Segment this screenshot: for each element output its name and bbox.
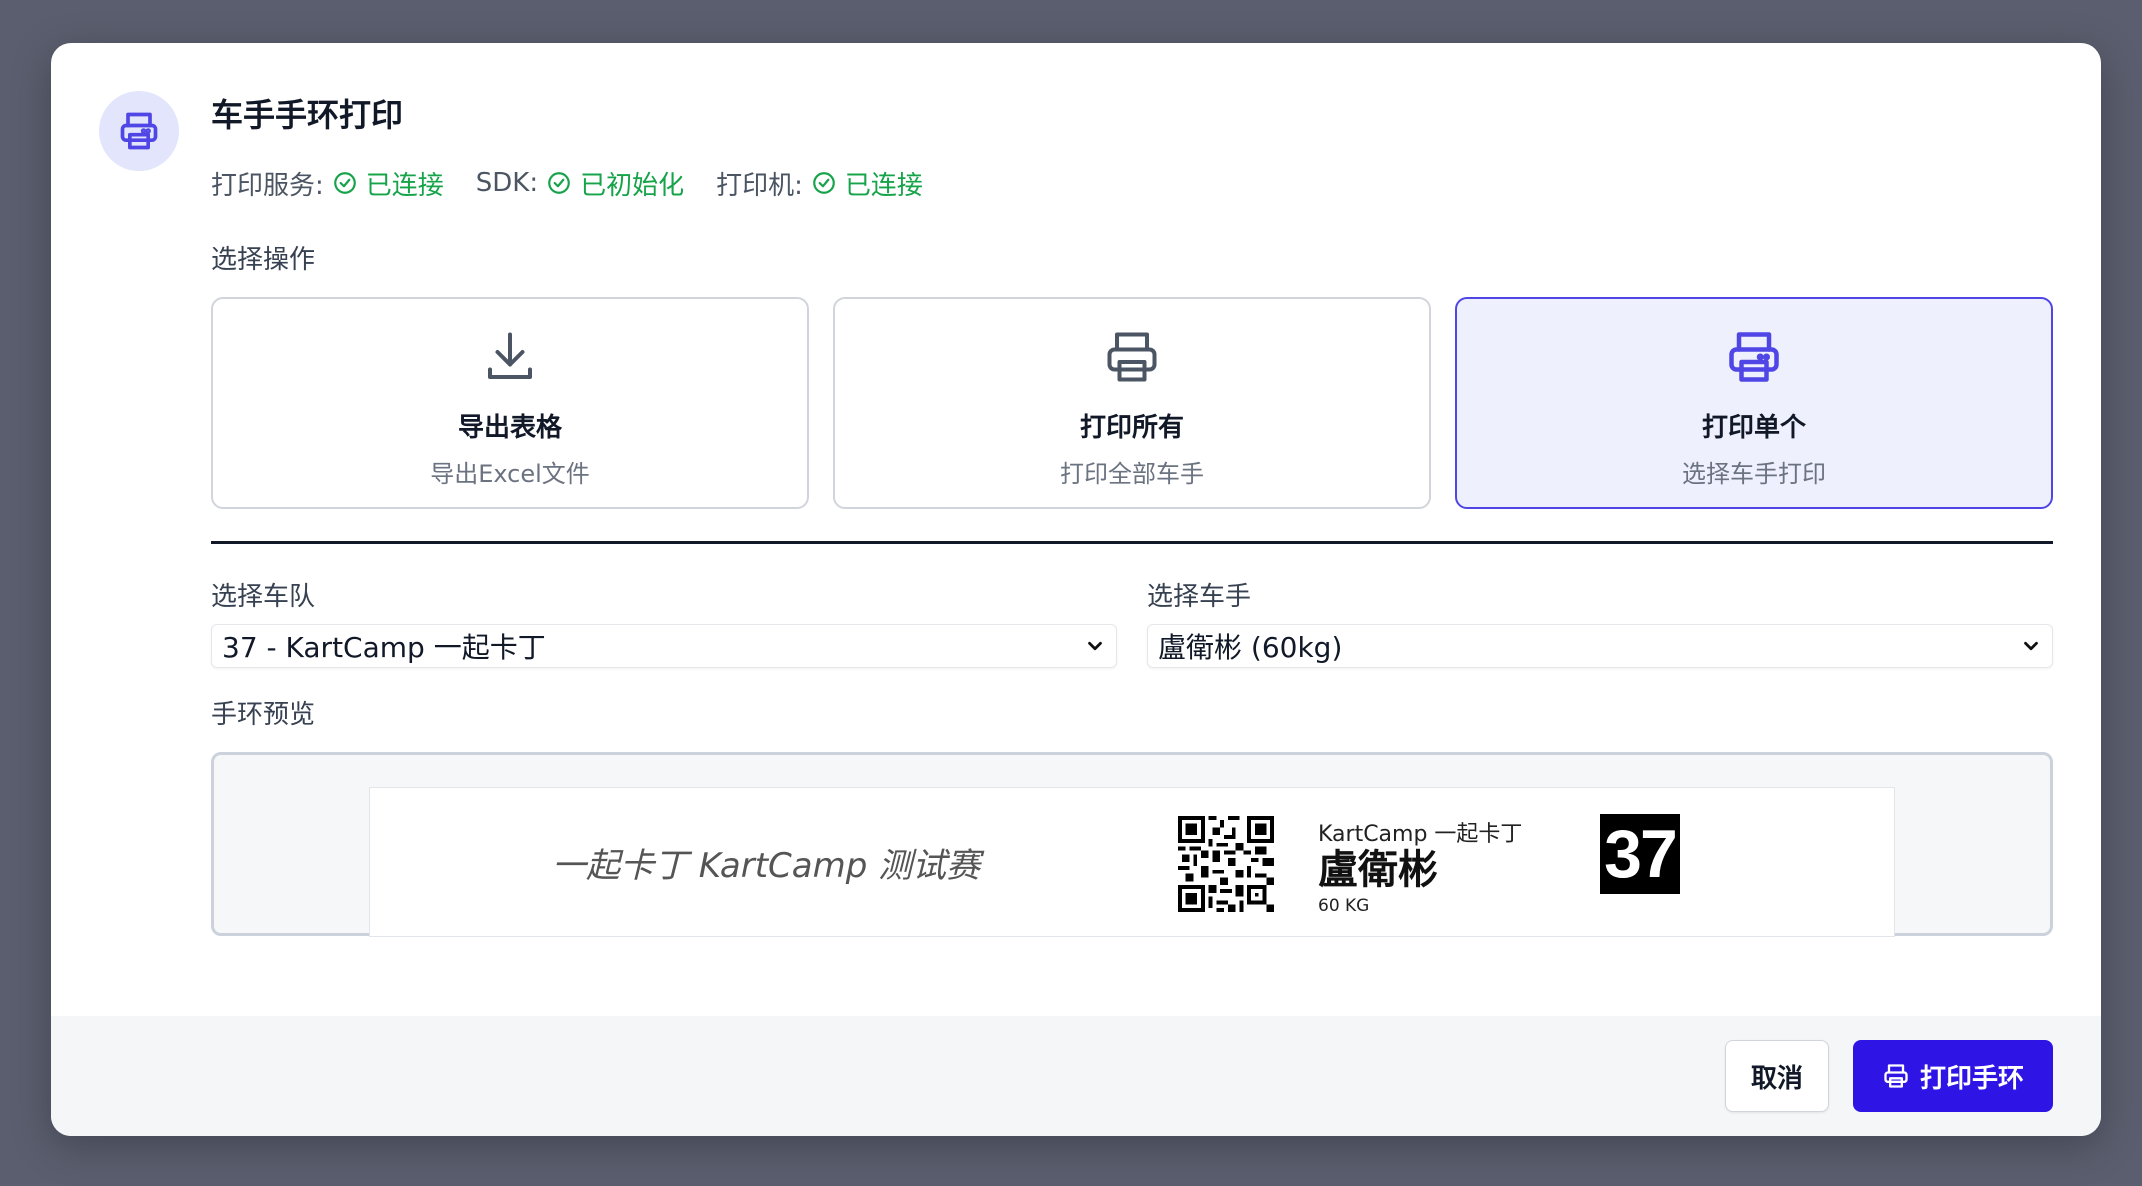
driver-select-label: 选择车手 [1147,582,1252,612]
team-select-value: 37 - KartCamp 一起卡丁 [222,631,546,664]
print-button-label: 打印手环 [1919,1063,2024,1094]
sdk-status: SDK: 已初始化 [476,165,684,202]
wristband: 一起卡丁 KartCamp 测试赛 KartCamp 一起卡丁 盧衛彬 60 K… [369,787,1895,937]
export-card-subtitle: 导出Excel文件 [430,460,590,488]
wristband-preview: 一起卡丁 KartCamp 测试赛 KartCamp 一起卡丁 盧衛彬 60 K… [211,752,2053,937]
selects-row: 选择车队 37 - KartCamp 一起卡丁 选择车手 盧衛彬 (60kg) [211,580,2053,668]
status-row: 打印服务: 已连接 SDK: 已初始化 打印机: 已连接 [211,163,2053,203]
print-service-label: 打印服务: [211,170,324,201]
preview-label: 手环预览 [211,700,316,730]
dialog-title: 车手手环打印 [211,96,404,134]
print-wristband-button[interactable]: 打印手环 [1853,1040,2053,1112]
print-all-card-title: 打印所有 [1079,413,1184,443]
dialog-footer: 取消 打印手环 [51,1016,2101,1136]
printer-icon [1729,332,1779,382]
printer-label: 打印机: [716,170,803,201]
export-card-title: 导出表格 [457,413,562,443]
team-select-group: 选择车队 37 - KartCamp 一起卡丁 [211,580,1117,668]
section-divider [211,541,2053,544]
header-printer-icon [99,91,179,171]
print-service-value: 已连接 [365,170,444,201]
operations-label: 选择操作 [211,245,316,275]
print-single-card-subtitle: 选择车手打印 [1682,460,1826,488]
driver-select[interactable]: 盧衛彬 (60kg) [1147,624,2053,668]
band-driver-name: 盧衛彬 [1318,847,1438,893]
print-service-status: 打印服务: 已连接 [211,165,444,202]
export-table-card[interactable]: 导出表格 导出Excel文件 [211,297,809,509]
chevron-down-icon [1088,641,1102,651]
download-icon [488,332,532,379]
band-team-name: KartCamp 一起卡丁 [1318,822,1523,847]
driver-select-value: 盧衛彬 (60kg) [1158,631,1343,664]
sdk-value: 已初始化 [580,170,685,201]
operation-cards: 导出表格 导出Excel文件 打印所有 打印全部车手 打印单个 选择车手打印 [211,297,2053,509]
driver-info: KartCamp 一起卡丁 盧衛彬 60 KG [1318,816,1522,916]
sdk-label: SDK: [475,168,539,198]
kart-number-badge: 37 [1600,814,1680,894]
printer-icon [1884,1064,1908,1088]
check-circle-icon [813,172,835,194]
chevron-down-icon [2024,641,2038,651]
dialog-content: 车手手环打印 打印服务: 已连接 SDK: 已初始化 打印机: 已连接 选择操作… [211,91,2053,937]
team-select-label: 选择车队 [211,582,316,612]
band-driver-weight: 60 KG [1318,896,1370,916]
printer-status: 打印机: 已连接 [716,165,923,202]
print-single-card[interactable]: 打印单个 选择车手打印 [1455,297,2053,509]
check-circle-icon [548,172,570,194]
print-all-card-subtitle: 打印全部车手 [1060,460,1204,488]
print-all-card[interactable]: 打印所有 打印全部车手 [833,297,1431,509]
print-wristband-dialog: 车手手环打印 打印服务: 已连接 SDK: 已初始化 打印机: 已连接 选择操作… [51,43,2101,1136]
check-circle-icon [333,172,356,194]
printer-value: 已连接 [844,170,923,201]
cancel-button[interactable]: 取消 [1725,1040,1829,1112]
qr-code-icon [1178,816,1274,912]
team-select[interactable]: 37 - KartCamp 一起卡丁 [211,624,1117,668]
driver-select-group: 选择车手 盧衛彬 (60kg) [1147,580,2053,668]
event-name: 一起卡丁 KartCamp 测试赛 [552,846,981,886]
printer-icon [1107,332,1157,382]
print-single-card-title: 打印单个 [1701,413,1806,443]
